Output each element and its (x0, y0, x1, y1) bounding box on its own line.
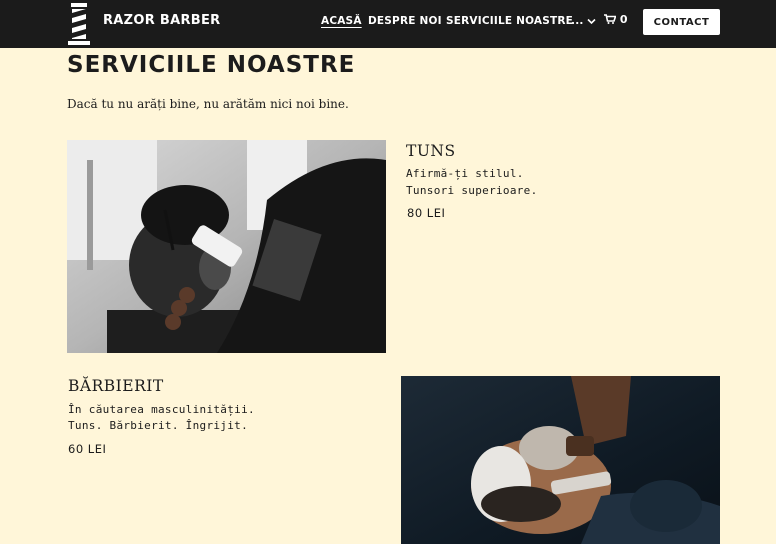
chevron-down-icon[interactable] (587, 18, 596, 25)
top-navigation-bar: RAZOR BARBER ACASĂ DESPRE NOI SERVICIILE… (0, 0, 776, 48)
cart-icon (604, 14, 617, 24)
brand-name[interactable]: RAZOR BARBER (103, 13, 220, 28)
shave-photo (401, 376, 720, 544)
cart-count: 0 (619, 13, 628, 26)
page-subtitle: Dacă tu nu arăți bine, nu arătăm nici no… (67, 97, 349, 111)
nav-more[interactable]: ... (571, 15, 584, 27)
service-desc-line: Tunsori superioare. (406, 184, 538, 197)
service-desc-line: Afirmă-ți stilul. (406, 167, 524, 180)
service-price: 60 LEI (68, 442, 107, 456)
service-desc-line: În căutarea masculinității. (68, 403, 255, 416)
page-title: SERVICIILE NOASTRE (67, 52, 356, 78)
haircut-photo (67, 140, 386, 353)
nav-home[interactable]: ACASĂ (321, 15, 362, 27)
service-title-barbierit: BĂRBIERIT (68, 377, 164, 395)
contact-button[interactable]: CONTACT (643, 9, 720, 35)
nav-about[interactable]: DESPRE NOI (368, 15, 442, 27)
service-price: 80 LEI (407, 206, 446, 220)
nav-services[interactable]: SERVICIILE NOASTRE (446, 15, 573, 27)
barber-pole-logo-icon[interactable] (66, 3, 92, 45)
service-title-tuns: TUNS (406, 142, 456, 160)
cart-button[interactable]: 0 (604, 13, 628, 26)
service-desc-line: Tuns. Bărbierit. Îngrijit. (68, 419, 248, 432)
